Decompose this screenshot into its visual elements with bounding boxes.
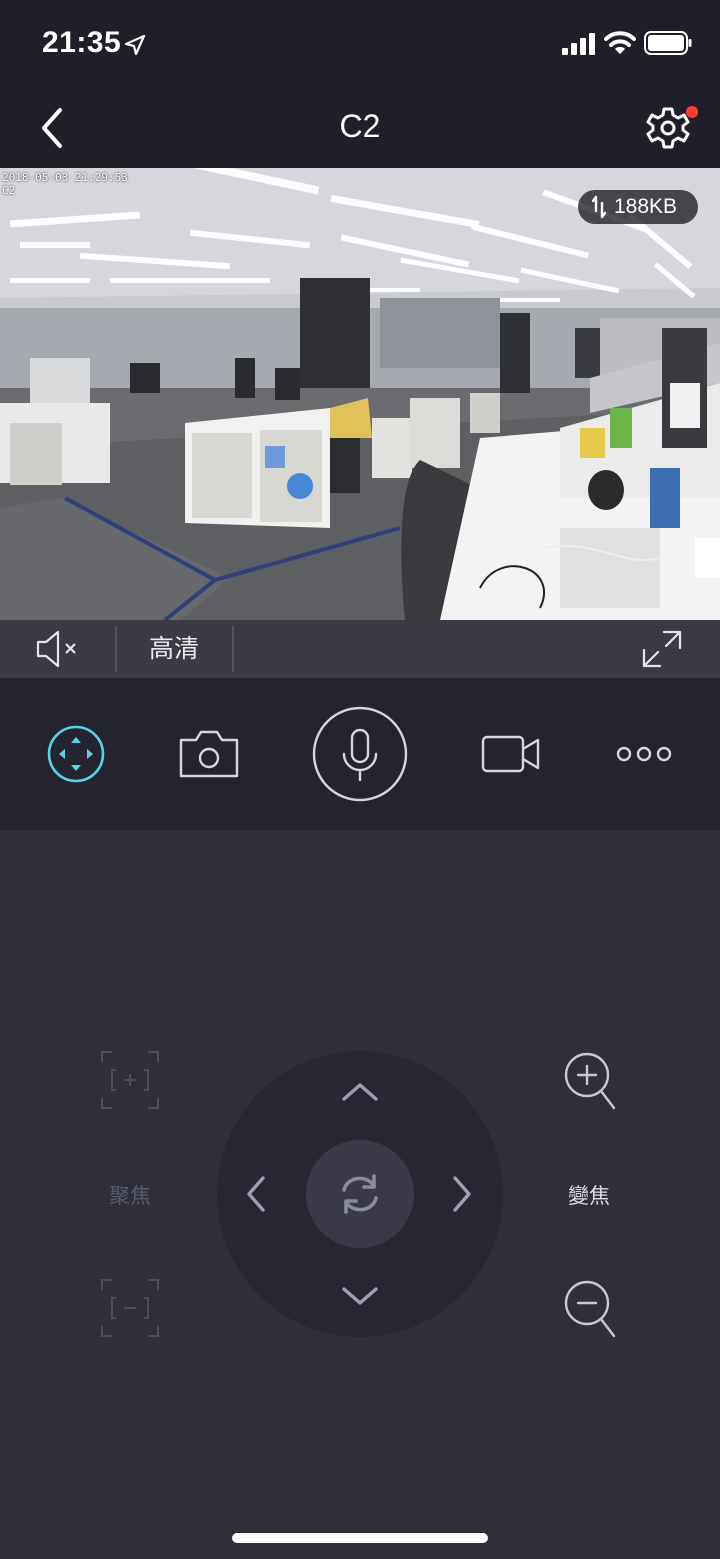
focus-plus-icon xyxy=(101,1051,159,1109)
zoom-label: 變焦 xyxy=(568,1185,610,1208)
ptz-joystick xyxy=(217,1051,503,1337)
video-controls-bar: 高清 xyxy=(0,620,720,678)
record-button[interactable] xyxy=(460,678,562,830)
mute-button[interactable] xyxy=(30,628,86,670)
settings-notification-badge xyxy=(686,106,698,118)
reset-refresh-icon xyxy=(342,1174,378,1214)
more-dots-icon xyxy=(616,746,672,762)
page-title: C2 xyxy=(339,108,381,144)
expand-icon xyxy=(642,630,682,668)
focus-out-button[interactable] xyxy=(100,1278,160,1338)
focus-minus-icon xyxy=(101,1279,159,1337)
status-time: 21:35 xyxy=(42,26,122,59)
zoom-out-button[interactable] xyxy=(562,1278,618,1340)
pan-down-button[interactable] xyxy=(340,1283,380,1307)
camera-video-feed[interactable]: 2018-05-03 21:29:53 C2 xyxy=(0,168,720,620)
pan-left-button[interactable] xyxy=(245,1174,269,1214)
bitrate-badge: 188KB xyxy=(578,190,698,224)
location-arrow-icon xyxy=(124,34,146,56)
action-toolbar xyxy=(0,678,720,830)
ptz-button[interactable] xyxy=(26,678,126,830)
ptz-direction-icon xyxy=(47,725,105,783)
snapshot-button[interactable] xyxy=(158,678,260,830)
ptz-reset-button[interactable] xyxy=(306,1140,414,1248)
ptz-control-panel: 聚焦 變焦 xyxy=(0,830,720,1559)
pan-up-button[interactable] xyxy=(340,1081,380,1105)
fullscreen-button[interactable] xyxy=(640,628,684,670)
status-bar: 21:35 xyxy=(0,0,720,88)
office-scene-image xyxy=(0,168,720,620)
battery-icon xyxy=(644,31,692,55)
focus-in-button[interactable] xyxy=(100,1050,160,1110)
camera-icon xyxy=(179,730,239,778)
lightning-arrows-icon xyxy=(592,195,606,219)
more-button[interactable] xyxy=(594,678,694,830)
zoom-out-icon xyxy=(564,1280,616,1338)
talk-button[interactable] xyxy=(310,678,410,830)
focus-label: 聚焦 xyxy=(109,1185,151,1208)
speaker-muted-icon xyxy=(36,630,76,668)
divider xyxy=(115,626,117,672)
video-timestamp: 2018-05-03 21:29:53 xyxy=(2,171,128,184)
zoom-in-icon xyxy=(564,1052,616,1110)
divider xyxy=(232,626,234,672)
video-osd: 2018-05-03 21:29:53 C2 xyxy=(2,171,128,197)
bitrate-value: 188KB xyxy=(614,195,678,218)
cellular-signal-icon xyxy=(562,33,595,55)
microphone-icon xyxy=(312,706,408,802)
nav-bar: C2 xyxy=(0,88,720,168)
home-indicator[interactable] xyxy=(232,1533,488,1543)
video-camera-icon xyxy=(481,735,540,773)
quality-button[interactable]: 高清 xyxy=(118,620,230,678)
wifi-icon xyxy=(604,31,636,54)
video-camera-label: C2 xyxy=(2,184,16,197)
zoom-in-button[interactable] xyxy=(562,1050,618,1112)
pan-right-button[interactable] xyxy=(449,1174,473,1214)
